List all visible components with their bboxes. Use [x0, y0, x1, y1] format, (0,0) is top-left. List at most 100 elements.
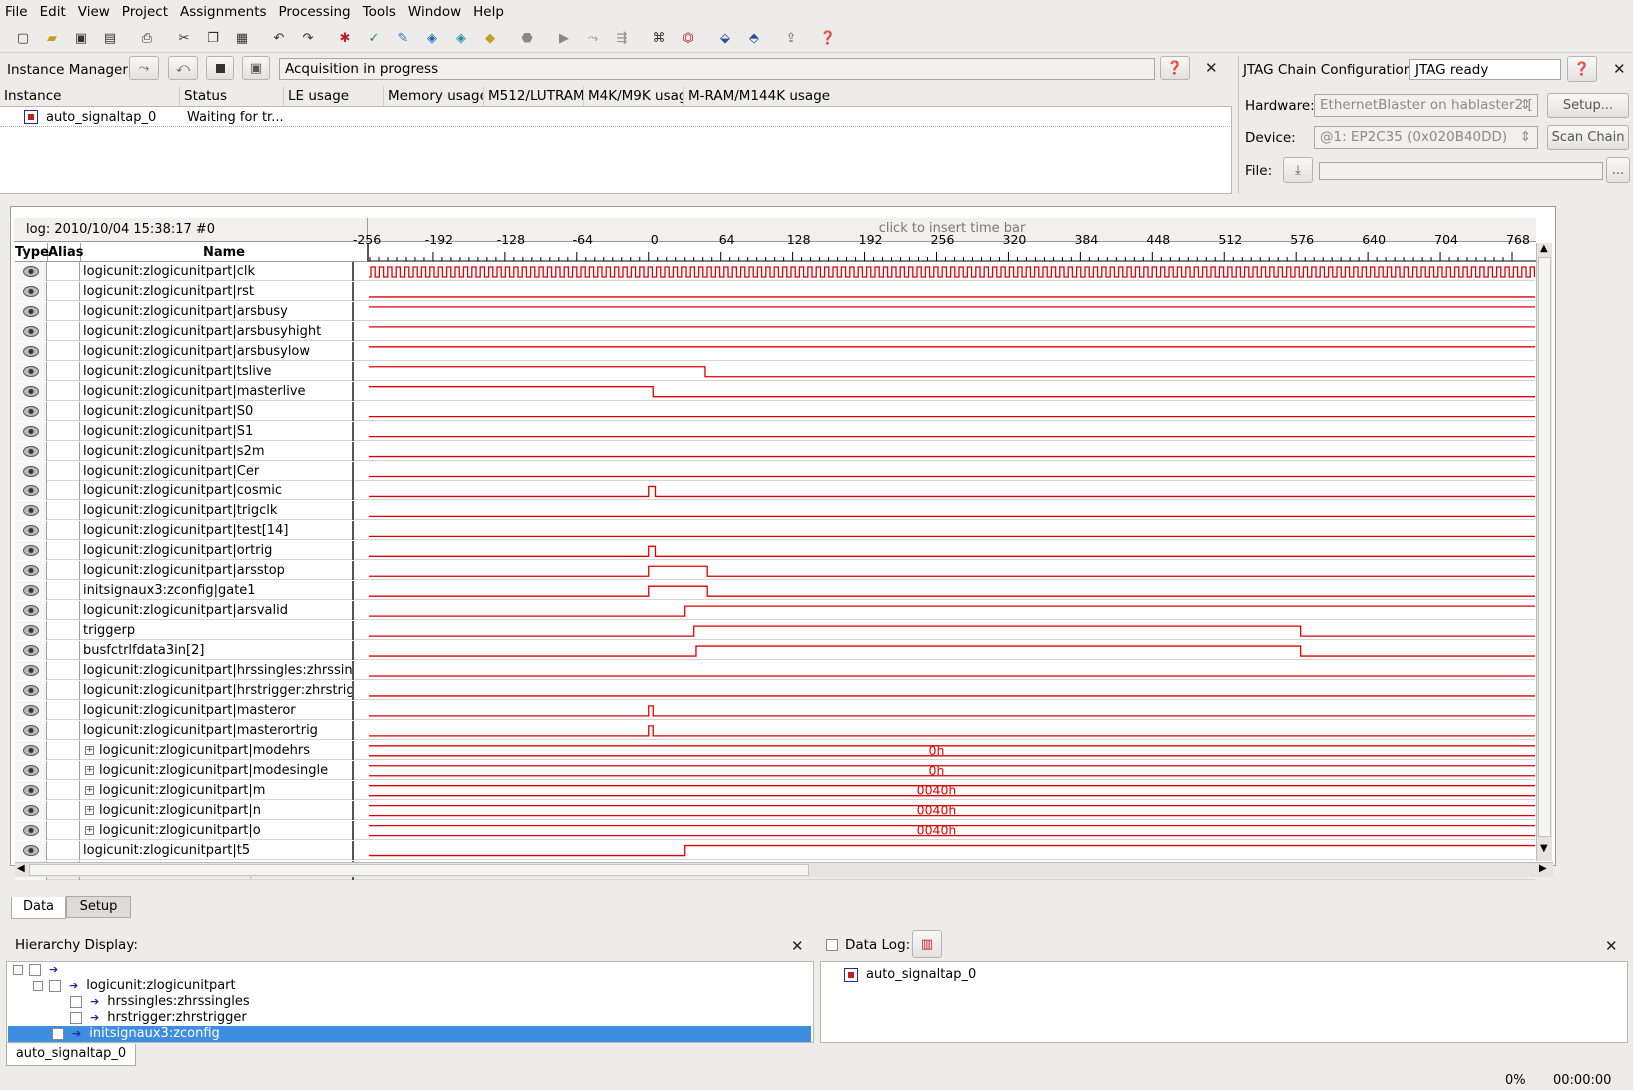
autorun-icon[interactable]: ⇶ [611, 28, 633, 50]
waveform-display[interactable]: 0h0h0040h0040h0040h0002h0080h [369, 262, 1537, 862]
expand-icon[interactable]: + [85, 765, 94, 775]
tree-checkbox[interactable] [29, 963, 41, 976]
close-icon[interactable]: ✕ [1613, 60, 1626, 78]
data-log-item[interactable]: auto_signaltap_0 [844, 967, 976, 983]
scroll-up-icon[interactable]: ▲ [1540, 243, 1548, 254]
menu-window[interactable]: Window [402, 0, 467, 24]
jtag-help-button[interactable]: ❓ [1567, 56, 1597, 82]
close-icon[interactable]: ✕ [791, 937, 804, 955]
file-field[interactable] [1319, 162, 1603, 180]
tree-checkbox[interactable] [52, 1027, 64, 1040]
menu-project[interactable]: Project [116, 0, 174, 24]
expand-icon[interactable]: + [85, 825, 94, 835]
upload-icon[interactable]: ⇪ [780, 28, 802, 50]
device-select[interactable]: @1: EP2C35 (0x020B40DD) ⇕ [1314, 126, 1538, 149]
tab-data[interactable]: Data [11, 897, 66, 919]
autorun-instance-button[interactable]: ⤳ [129, 56, 159, 80]
signal-type-icon [15, 601, 47, 621]
expand-icon[interactable]: + [85, 745, 94, 755]
undo-icon[interactable]: ↶ [268, 28, 290, 50]
horizontal-scrollbar[interactable]: ◀ ▶ [15, 862, 1553, 877]
scan-chain-button[interactable]: Scan Chain [1547, 125, 1629, 150]
menu-tools[interactable]: Tools [357, 0, 402, 24]
scroll-left-icon[interactable]: ◀ [17, 863, 25, 874]
menu-edit[interactable]: Edit [34, 0, 72, 24]
data-log-icon: ▥ [920, 936, 934, 952]
help-icon[interactable]: ❓ [817, 28, 839, 50]
expand-icon[interactable]: + [85, 785, 94, 795]
timing-icon[interactable]: ◆ [479, 28, 501, 50]
redo-icon[interactable]: ↷ [297, 28, 319, 50]
cut-icon[interactable]: ✂ [173, 28, 195, 50]
close-icon[interactable]: ✕ [1605, 937, 1618, 955]
data-log-button[interactable]: ▥ [912, 930, 942, 958]
step-icon[interactable]: ⤳ [582, 28, 604, 50]
program-device-button[interactable]: ⤓ [1283, 157, 1313, 183]
chip-icon[interactable]: ⌘ [648, 28, 670, 50]
col-m512-usage[interactable]: M512/LUTRAM usage [484, 86, 584, 106]
stop-icon[interactable]: ⬣ [516, 28, 538, 50]
analysis-icon[interactable]: ✓ [363, 28, 385, 50]
col-type[interactable]: Type [15, 243, 49, 262]
copy-icon[interactable]: ❐ [202, 28, 224, 50]
menu-help[interactable]: Help [467, 0, 510, 24]
netlist-icon[interactable]: ⬙ [714, 28, 736, 50]
stop-instance-button[interactable] [206, 56, 234, 80]
tree-item-root[interactable]: ➔ [13, 962, 66, 978]
rtl-icon[interactable]: ⬘ [743, 28, 765, 50]
hardware-select[interactable]: EthernetBlaster on hablaster2 [⇕ [1314, 94, 1538, 117]
setup-button[interactable]: Setup... [1547, 93, 1629, 118]
tree-item-initsignaux3[interactable]: ➔ initsignaux3:zconfig [8, 1026, 811, 1042]
vertical-scrollbar[interactable]: ▲ ▼ [1536, 243, 1552, 861]
start-icon[interactable]: ✎ [392, 28, 414, 50]
tab-setup[interactable]: Setup [66, 896, 131, 918]
save-icon[interactable]: ▣ [70, 28, 92, 50]
run-instance-button[interactable]: ⤺ [168, 56, 198, 80]
col-alias[interactable]: Alias [48, 243, 83, 262]
signal-type-icon [15, 720, 47, 740]
collapse-icon[interactable] [13, 964, 23, 975]
new-icon[interactable]: ▢ [12, 28, 34, 50]
paste-icon[interactable]: ▦ [231, 28, 253, 50]
programmer-icon[interactable]: ⏣ [677, 28, 699, 50]
menu-file[interactable]: File [0, 0, 34, 24]
scroll-down-icon[interactable]: ▼ [1540, 843, 1548, 854]
tree-item-hrssingles[interactable]: ➔ hrssingles:zhrssingles [70, 994, 250, 1010]
print-icon[interactable]: ⎙ [136, 28, 158, 50]
col-status[interactable]: Status [180, 86, 284, 106]
pin-icon[interactable]: ◈ [421, 28, 443, 50]
tree-checkbox[interactable] [70, 1011, 82, 1024]
col-instance[interactable]: Instance [0, 86, 180, 106]
tab-auto-signaltap-0[interactable]: auto_signaltap_0 [6, 1044, 136, 1066]
browse-button[interactable]: ... [1606, 157, 1630, 183]
data-log-checkbox[interactable] [826, 939, 838, 951]
col-memory-usage[interactable]: Memory usage [384, 86, 484, 106]
compile-icon[interactable]: ✱ [334, 28, 356, 50]
vertical-scroll-thumb[interactable] [1538, 257, 1551, 837]
menu-processing[interactable]: Processing [273, 0, 357, 24]
col-le-usage[interactable]: LE usage [284, 86, 384, 106]
col-m4k-usage[interactable]: M4K/M9K usage [584, 86, 684, 106]
instance-status: Waiting for tr... [187, 110, 284, 125]
open-icon[interactable]: ▰ [41, 28, 63, 50]
instance-help-button[interactable]: ❓ [1160, 56, 1190, 80]
tree-checkbox[interactable] [49, 979, 61, 992]
collapse-icon[interactable] [33, 980, 43, 991]
assembler-icon[interactable]: ◈ [450, 28, 472, 50]
read-data-button[interactable]: ▣ [242, 56, 270, 80]
col-mram-usage[interactable]: M-RAM/M144K usage [684, 86, 1232, 106]
signal-alias [47, 740, 80, 760]
tree-item-hrstrigger[interactable]: ➔ hrstrigger:zhrstrigger [70, 1010, 247, 1026]
expand-icon[interactable]: + [85, 805, 94, 815]
menu-assignments[interactable]: Assignments [174, 0, 273, 24]
tree-checkbox[interactable] [70, 995, 82, 1008]
close-icon[interactable]: ✕ [1205, 59, 1218, 77]
run-icon[interactable]: ▶ [553, 28, 575, 50]
menu-view[interactable]: View [72, 0, 116, 24]
horizontal-scroll-thumb[interactable] [29, 864, 809, 876]
col-name[interactable]: Name [81, 243, 369, 262]
save-all-icon[interactable]: ▤ [99, 28, 121, 50]
tree-item-logicunit[interactable]: ➔ logicunit:zlogicunitpart [33, 978, 236, 994]
table-row[interactable]: auto_signaltap_0 Waiting for tr... [0, 109, 1230, 127]
scroll-right-icon[interactable]: ▶ [1539, 863, 1547, 874]
